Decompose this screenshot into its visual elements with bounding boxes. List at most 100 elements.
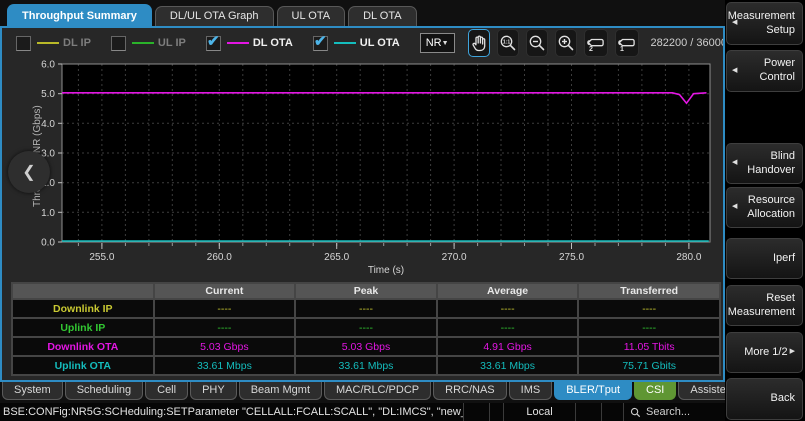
tab-dlul-ota-graph[interactable]: DL/UL OTA Graph [155, 6, 274, 26]
tab-beam-mgmt[interactable]: Beam Mgmt [239, 382, 322, 400]
zoom-out-icon [527, 33, 547, 53]
local-mode-button[interactable]: Local [503, 403, 575, 421]
pan-tool-button[interactable] [468, 29, 490, 57]
svg-text:1: 1 [620, 46, 624, 53]
scpi-command-text: BSE:CONFig:NR5G:SCHeduling:SETParameter … [0, 406, 463, 418]
resource-allocation-button[interactable]: ◀ Resource Allocation [726, 187, 803, 228]
ul-ota-checkbox[interactable]: ✔ [313, 36, 328, 51]
svg-text:280.0: 280.0 [676, 252, 701, 263]
tab-system[interactable]: System [2, 382, 63, 400]
tab-cell[interactable]: Cell [145, 382, 188, 400]
application-window: Throughput Summary DL/UL OTA Graph UL OT… [0, 0, 805, 421]
throughput-chart-svg: 255.0260.0265.0270.0275.0280.00.01.02.03… [2, 58, 716, 280]
dl-ota-checkbox[interactable]: ✔ [206, 36, 221, 51]
tab-ul-ota[interactable]: UL OTA [277, 6, 346, 26]
marker-2-button[interactable]: 2 [584, 29, 608, 57]
measurement-setup-button[interactable]: ◀ Measurement Setup [726, 2, 803, 45]
back-button[interactable]: Back [726, 378, 803, 420]
ul-ip-checkbox[interactable]: ✔ [111, 36, 126, 51]
tab-rrc-nas[interactable]: RRC/NAS [433, 382, 507, 400]
more-pages-button[interactable]: More 1/2 ▶ [726, 332, 803, 373]
marker-1-icon: 1 [616, 33, 638, 53]
row-label: Uplink OTA [13, 357, 153, 374]
marker-1-button[interactable]: 1 [615, 29, 639, 57]
table-row-uplink-ip: Uplink IP ---- ---- ---- ---- [13, 319, 719, 336]
ul-ip-line-swatch [132, 42, 154, 44]
table-header-row: Current Peak Average Transferred [13, 284, 719, 298]
header-peak: Peak [296, 284, 436, 298]
row-label: Downlink OTA [13, 338, 153, 355]
cell-peak: ---- [296, 319, 436, 336]
zoom-in-button[interactable] [555, 29, 577, 57]
right-arrow-icon: ▶ [790, 348, 795, 357]
collapse-panel-button[interactable]: ❮ [8, 151, 50, 193]
dl-ota-label: DL OTA [253, 37, 293, 49]
tab-scheduling[interactable]: Scheduling [65, 382, 143, 400]
status-cell [575, 403, 601, 421]
svg-text:5.0: 5.0 [41, 89, 55, 100]
cell-average: 33.61 Mbps [438, 357, 578, 374]
iperf-button[interactable]: Iperf [726, 238, 803, 279]
softkey-label: Measurement Setup [728, 10, 795, 38]
status-cell [601, 403, 623, 421]
svg-text:Time (s): Time (s) [368, 265, 404, 276]
marker-2-icon: 2 [585, 33, 607, 53]
softkey-label: Resource Allocation [740, 194, 795, 222]
hand-icon [469, 33, 489, 53]
top-tab-bar: Throughput Summary DL/UL OTA Graph UL OT… [0, 0, 725, 26]
tab-bler-tput[interactable]: BLER/Tput [554, 382, 632, 400]
left-arrow-icon: ◀ [732, 159, 737, 168]
cell-current: ---- [155, 319, 295, 336]
cell-average: ---- [438, 319, 578, 336]
dl-ip-checkbox[interactable]: ✔ [16, 36, 31, 51]
status-cell [489, 403, 503, 421]
svg-text:4.0: 4.0 [41, 119, 55, 130]
softkey-label: Reset Measurement [728, 292, 795, 320]
dl-ip-line-swatch [37, 42, 59, 44]
legend-dl-ota: ✔ DL OTA [206, 36, 293, 51]
header-transferred: Transferred [579, 284, 719, 298]
technology-select[interactable]: NR ▼ [420, 33, 455, 53]
tab-phy[interactable]: PHY [190, 382, 237, 400]
svg-text:260.0: 260.0 [207, 252, 232, 263]
main-area: Throughput Summary DL/UL OTA Graph UL OT… [0, 0, 725, 421]
search-input[interactable]: Search... [623, 403, 725, 421]
ul-ota-line-swatch [334, 42, 356, 44]
zoom-reset-icon: 1:1 [498, 33, 518, 53]
softkey-label: More 1/2 [744, 346, 787, 360]
left-arrow-icon: ◀ [732, 19, 737, 28]
throughput-summary-panel: ✔ DL IP ✔ UL IP ✔ DL OTA ✔ UL OT [0, 26, 725, 382]
tab-dl-ota[interactable]: DL OTA [348, 6, 417, 26]
cell-peak: ---- [296, 300, 436, 317]
power-control-button[interactable]: ◀ Power Control [726, 50, 803, 92]
cell-current: 5.03 Gbps [155, 338, 295, 355]
left-arrow-icon: ◀ [732, 67, 737, 76]
zoom-reset-button[interactable]: 1:1 [497, 29, 519, 57]
reset-measurement-button[interactable]: Reset Measurement [726, 285, 803, 326]
tab-ims[interactable]: IMS [509, 382, 553, 400]
ul-ota-label: UL OTA [360, 37, 400, 49]
tab-mac-rlc-pdcp[interactable]: MAC/RLC/PDCP [324, 382, 431, 400]
tab-csi[interactable]: CSI [634, 382, 676, 400]
header-average: Average [438, 284, 578, 298]
table-row-downlink-ota: Downlink OTA 5.03 Gbps 5.03 Gbps 4.91 Gb… [13, 338, 719, 355]
cell-average: 4.91 Gbps [438, 338, 578, 355]
cell-current: ---- [155, 300, 295, 317]
legend-toolbar: ✔ DL IP ✔ UL IP ✔ DL OTA ✔ UL OT [2, 28, 723, 58]
svg-text:1.0: 1.0 [41, 208, 55, 219]
row-label: Uplink IP [13, 319, 153, 336]
technology-select-value: NR [426, 37, 442, 49]
search-placeholder: Search... [646, 406, 690, 418]
chevron-down-icon: ▼ [442, 40, 449, 47]
throughput-chart[interactable]: 255.0260.0265.0270.0275.0280.00.01.02.03… [2, 58, 723, 280]
softkey-label: Blind Handover [740, 150, 795, 178]
status-bar: BSE:CONFig:NR5G:SCHeduling:SETParameter … [0, 403, 725, 421]
zoom-out-button[interactable] [526, 29, 548, 57]
blind-handover-button[interactable]: ◀ Blind Handover [726, 143, 803, 184]
softkey-label: Back [771, 392, 795, 406]
zoom-in-icon [556, 33, 576, 53]
tab-throughput-summary[interactable]: Throughput Summary [7, 4, 152, 26]
left-arrow-icon: ◀ [732, 203, 737, 212]
softkey-sidebar: ◀ Measurement Setup ◀ Power Control ◀ Bl… [725, 0, 805, 421]
svg-text:2: 2 [589, 46, 593, 53]
